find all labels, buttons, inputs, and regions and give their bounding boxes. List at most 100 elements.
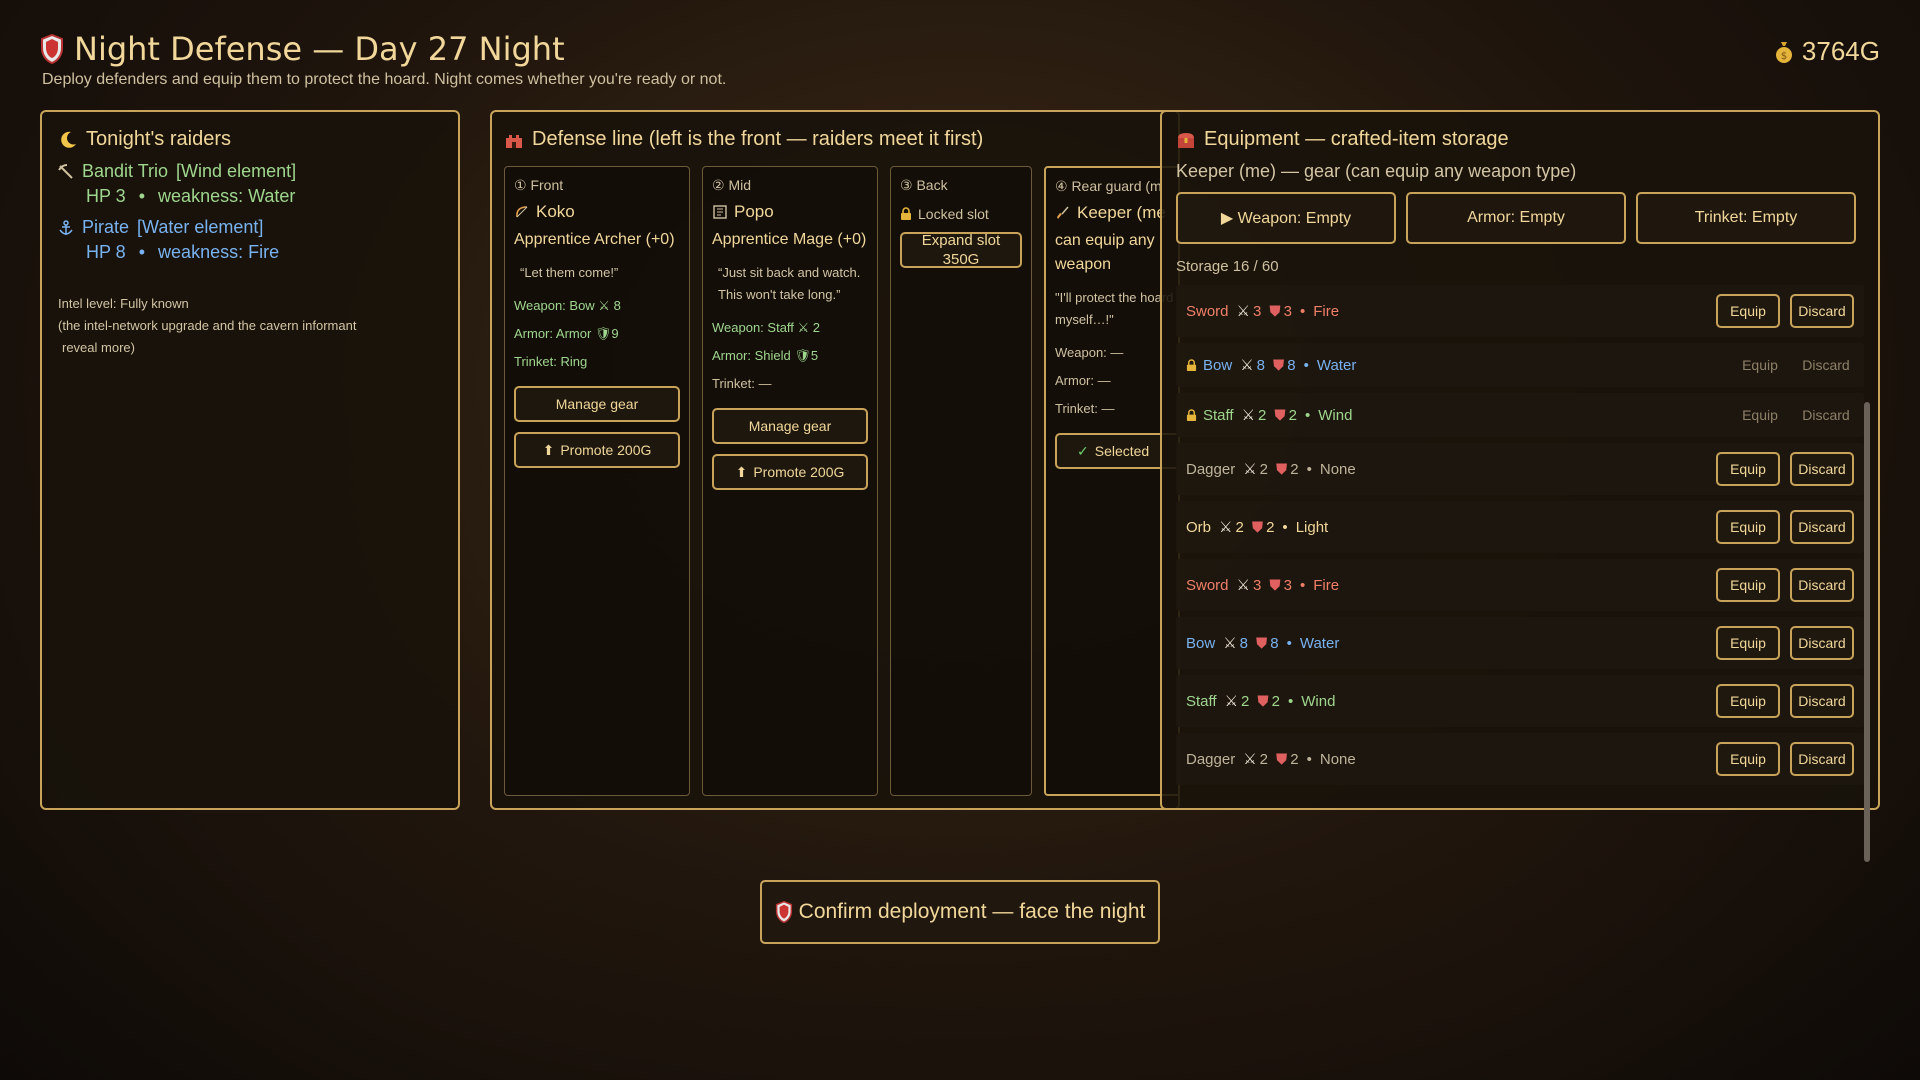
discard-button-disabled: Discard <box>1802 357 1850 373</box>
raider-element: [Wind element] <box>176 161 297 181</box>
equip-button[interactable]: Equip <box>1716 626 1780 660</box>
equip-button[interactable]: Equip <box>1716 452 1780 486</box>
locked-slot-label: Locked slot <box>918 206 989 222</box>
storage-item-row: Bow ⚔ 8 ⛊ 8 • Water Equip Discard <box>1176 617 1864 669</box>
storage-item-row: Staff ⚔ 2 ⛊ 2 • Wind Equip Discard <box>1176 675 1864 727</box>
equip-button[interactable]: Equip <box>1716 742 1780 776</box>
item-defense: 3 <box>1283 576 1292 594</box>
equip-button-disabled: Equip <box>1742 407 1778 423</box>
item-name: Staff <box>1186 692 1217 710</box>
equip-button[interactable]: Equip <box>1716 568 1780 602</box>
item-attack: 3 <box>1252 302 1262 320</box>
item-attack: 2 <box>1258 406 1267 424</box>
manage-gear-button[interactable]: Manage gear <box>712 408 868 444</box>
svg-text:$: $ <box>1781 51 1787 62</box>
shield-icon <box>41 34 63 64</box>
raider-hp: HP 3 <box>86 186 126 206</box>
defense-slots: ① Front Koko Apprentice Archer (+0) “Let… <box>504 166 1178 796</box>
armor-slot-button[interactable]: Armor: Empty <box>1406 192 1626 244</box>
intel-info: Intel level: Fully known (the intel-netw… <box>58 296 357 355</box>
discard-button[interactable]: Discard <box>1790 742 1854 776</box>
moon-icon <box>61 131 76 148</box>
manage-gear-button[interactable]: Manage gear <box>514 386 680 422</box>
item-name: Bow <box>1186 634 1216 652</box>
defense-slot-front[interactable]: ① Front Koko Apprentice Archer (+0) “Let… <box>504 166 690 796</box>
storage-item-row: Staff ⚔ 2 ⛊ 2 • Wind Equip Discard <box>1176 393 1864 437</box>
gear-armor: Armor: Shield 🛡5 <box>712 348 819 363</box>
up-arrow-icon: ⬆ <box>735 463 748 480</box>
storage-item-row: Sword ⚔ 3 ⛊ 3 • Fire Equip Discard <box>1176 285 1864 337</box>
slot-position: ③ Back <box>900 177 948 193</box>
castle-icon <box>506 134 522 148</box>
item-element: Fire <box>1313 302 1340 320</box>
title-row: Night Defense — Day 27 Night <box>40 30 565 68</box>
discard-button[interactable]: Discard <box>1790 684 1854 718</box>
discard-button[interactable]: Discard <box>1790 452 1854 486</box>
gold-amount: 3764G <box>1801 36 1880 66</box>
lock-icon <box>1186 408 1197 421</box>
expand-slot-button[interactable]: Expand slot 350G <box>900 232 1022 268</box>
item-list-scrollbar[interactable] <box>1864 402 1870 862</box>
raider-entry: Bandit Trio [Wind element] HP 3 • weakne… <box>58 161 442 207</box>
storage-count: Storage 16 / 60 <box>1176 258 1279 275</box>
defender-class: Apprentice Mage (+0) <box>712 231 867 248</box>
swords-icon: ⚔ <box>1236 303 1250 320</box>
equipment-title: Equipment — crafted-item storage <box>1176 128 1864 151</box>
promote-button[interactable]: ⬆ Promote 200G <box>712 454 868 490</box>
discard-button[interactable]: Discard <box>1790 568 1854 602</box>
small-shield-icon: ⛊ <box>1272 356 1285 374</box>
promote-button[interactable]: ⬆ Promote 200G <box>514 432 680 468</box>
equip-button[interactable]: Equip <box>1716 294 1780 328</box>
weapon-slot-button[interactable]: ▶ Weapon: Empty <box>1176 192 1396 244</box>
swords-icon: ⚔ <box>1240 357 1254 374</box>
equip-button[interactable]: Equip <box>1716 684 1780 718</box>
small-shield-icon: ⛊ <box>1269 302 1281 320</box>
swords-icon: ⚔ <box>1223 635 1237 652</box>
anchor-icon <box>59 219 73 235</box>
item-attack: 2 <box>1259 750 1268 768</box>
swords-icon: ⚔ <box>1224 693 1239 710</box>
item-element: Wind <box>1301 692 1336 710</box>
item-attack: 2 <box>1235 518 1244 536</box>
gear-weapon: Weapon: Staff ⚔ 2 <box>712 320 821 335</box>
storage-item-row: Bow ⚔ 8 ⛊ 8 • Water Equip Discard <box>1176 343 1864 387</box>
confirm-deployment-button[interactable]: Confirm deployment — face the night <box>760 880 1160 944</box>
storage-item-row: Orb ⚔ 2 ⛊ 2 • Light Equip Discard <box>1176 501 1864 553</box>
page-title: Night Defense — Day 27 Night <box>74 30 565 68</box>
defense-slot-mid[interactable]: ② Mid Popo Apprentice Mage (+0) “Just si… <box>702 166 878 796</box>
small-shield-icon: ⛊ <box>1255 634 1268 652</box>
equip-button[interactable]: Equip <box>1716 510 1780 544</box>
raider-entry: Pirate [Water element] HP 8 • weakness: … <box>58 217 442 263</box>
gear-trinket: Trinket: Ring <box>514 354 588 369</box>
gold-display: $ 3764G <box>1774 36 1880 67</box>
swords-icon: ⚔ <box>1219 519 1233 536</box>
item-name: Staff <box>1203 406 1234 424</box>
defender-name: Koko <box>536 202 575 221</box>
discard-button[interactable]: Discard <box>1790 510 1854 544</box>
item-attack: 8 <box>1239 634 1248 652</box>
discard-button[interactable]: Discard <box>1790 294 1854 328</box>
small-shield-icon: ⛊ <box>1276 460 1288 478</box>
item-attack: 8 <box>1256 356 1265 374</box>
item-name: Sword <box>1186 576 1229 594</box>
item-name: Sword <box>1186 302 1229 320</box>
item-attack: 2 <box>1241 692 1250 710</box>
item-name: Dagger <box>1186 750 1236 768</box>
equipment-subtitle: Keeper (me) — gear (can equip any weapon… <box>1176 161 1577 181</box>
trinket-slot-button[interactable]: Trinket: Empty <box>1636 192 1856 244</box>
slot-position: ② Mid <box>712 177 751 193</box>
storage-item-row: Dagger ⚔ 2 ⛊ 2 • None Equip Discard <box>1176 443 1864 495</box>
item-defense: 2 <box>1266 518 1275 536</box>
small-shield-icon: ⛊ <box>1276 750 1288 768</box>
slot-position: ① Front <box>514 177 564 193</box>
defender-class: Apprentice Archer (+0) <box>514 231 675 248</box>
raider-hp: HP 8 <box>86 242 126 262</box>
item-attack: 3 <box>1252 576 1262 594</box>
discard-button[interactable]: Discard <box>1790 626 1854 660</box>
swords-icon: ⚔ <box>1243 461 1257 478</box>
defense-panel: Defense line (left is the front — raider… <box>490 110 1180 810</box>
broom-icon <box>1057 206 1069 219</box>
item-list: Sword ⚔ 3 ⛊ 3 • Fire Equip Discard Bow ⚔… <box>1176 285 1864 785</box>
small-shield-icon: ⛊ <box>1251 518 1264 536</box>
raider-name: Pirate <box>82 217 130 237</box>
